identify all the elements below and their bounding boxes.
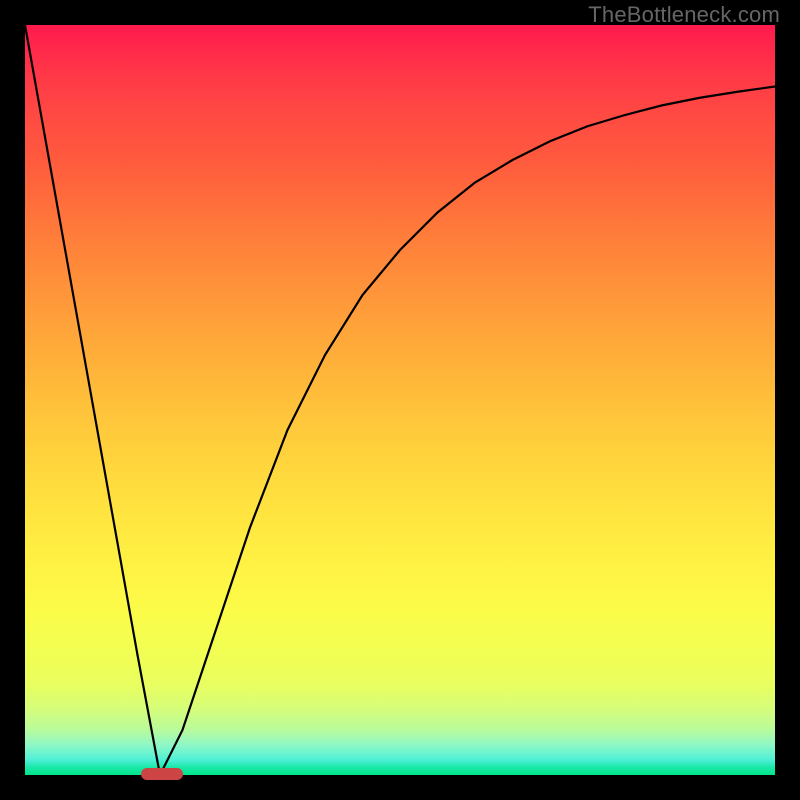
optimal-marker xyxy=(141,768,182,780)
chart-container: TheBottleneck.com xyxy=(0,0,800,800)
watermark-text: TheBottleneck.com xyxy=(588,2,780,28)
bottleneck-curve xyxy=(25,25,775,775)
plot-area xyxy=(25,25,775,775)
